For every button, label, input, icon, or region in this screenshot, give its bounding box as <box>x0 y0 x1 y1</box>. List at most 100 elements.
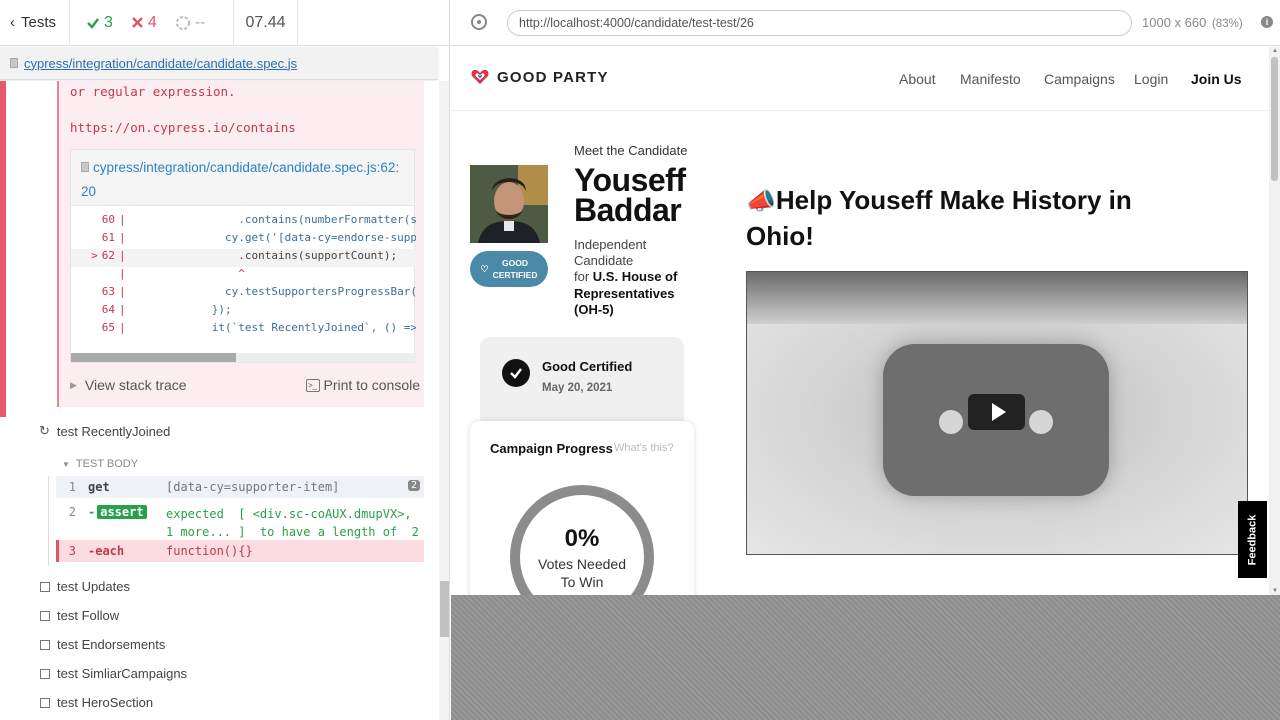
shield-heart-icon: ♡ <box>480 264 489 274</box>
command-message: function(){} <box>166 544 253 558</box>
brand-name[interactable]: GOOD PARTY <box>497 69 609 86</box>
code-frame-scrollbar[interactable] <box>71 353 416 362</box>
code-text: .contains(numberFormatter(s <box>132 213 416 226</box>
print-to-console-button[interactable]: >_ Print to console <box>305 377 420 393</box>
hero-headline: 📣Help Youseff Make History in Ohio! <box>746 185 1132 251</box>
pending-count[interactable]: -- <box>175 14 205 32</box>
error-footer: ▶ View stack trace >_ Print to console <box>70 377 420 393</box>
command-number: 2 <box>68 505 76 519</box>
scroll-up-icon[interactable]: ▲ <box>1272 48 1278 54</box>
nav-login[interactable]: Login <box>1134 71 1168 87</box>
caret-right-icon: ▶ <box>70 379 77 390</box>
aut-empty-area <box>451 595 1280 720</box>
pending-square-icon <box>40 581 50 592</box>
race-info: for U.S. House of Representatives (OH-5) <box>574 269 678 317</box>
pending-test[interactable]: test HeroSection <box>40 695 153 710</box>
line-number: 64 <box>101 303 115 316</box>
failed-count[interactable]: 4 <box>131 14 157 32</box>
campaign-video[interactable] <box>746 271 1248 555</box>
stats-group: 3 4 -- <box>70 0 234 46</box>
page-scrollbar[interactable]: ▲ ▼ <box>1269 47 1280 595</box>
error-message-text: or regular expression. <box>70 84 236 99</box>
test-title: test RecentlyJoined <box>56 423 171 439</box>
error-box: or regular expression. https://on.cypres… <box>57 81 424 407</box>
file-icon <box>10 58 18 68</box>
pending-test[interactable]: test Updates <box>40 579 130 594</box>
code-line-highlighted: >62 | .contains(supportCount); <box>71 249 416 267</box>
info-icon[interactable]: i <box>1261 16 1273 28</box>
pending-square-icon <box>40 668 50 679</box>
campaign-progress-card: Campaign Progress What's this? 0% Votes … <box>470 421 694 595</box>
command-number: 1 <box>68 480 76 494</box>
chevron-left-icon: ‹ <box>10 14 15 31</box>
command-row-failed[interactable]: 3 -each function(){} <box>56 540 424 562</box>
url-bar[interactable]: http://localhost:4000/candidate/test-tes… <box>507 10 1132 36</box>
spec-file-bar[interactable]: cypress/integration/candidate/candidate.… <box>0 47 438 80</box>
viewport-size[interactable]: 1000 x 660 (83%) <box>1142 15 1243 30</box>
test-body-toggle[interactable]: ▼ TEST BODY <box>62 458 138 470</box>
brand-heart-icon[interactable] <box>471 69 489 85</box>
docs-link[interactable]: https://on.cypress.io/contains <box>70 120 296 135</box>
candidate-avatar <box>470 165 548 243</box>
line-number: 61 <box>101 231 115 244</box>
nav-about[interactable]: About <box>899 71 936 87</box>
test-recently-joined[interactable]: ↻ test RecentlyJoined <box>39 423 170 439</box>
command-message: expected [ <div.sc-coAUX.dmupVX>, 1 more… <box>166 507 419 539</box>
play-button[interactable] <box>968 394 1025 430</box>
crosshair-dot-icon <box>477 20 481 24</box>
tests-button[interactable]: ‹ Tests <box>0 0 70 46</box>
certified-card: Good Certified May 20, 2021 <box>480 337 684 427</box>
pending-square-icon <box>40 610 50 621</box>
pending-square-icon <box>40 639 50 650</box>
file-icon <box>81 162 89 172</box>
test-title: test Endorsements <box>57 637 166 652</box>
pending-test[interactable]: test Follow <box>40 608 119 623</box>
command-row[interactable]: 1 get [data-cy=supporter-item] 2 <box>56 476 424 498</box>
progress-title: Campaign Progress <box>490 441 613 456</box>
view-stack-trace-label: View stack trace <box>84 377 187 393</box>
spec-path[interactable]: cypress/integration/candidate/candidate.… <box>24 56 297 71</box>
test-title: test SimliarCampaigns <box>57 666 188 681</box>
code-line: 61 | cy.get('[data-cy=endorse-supp <box>71 231 416 249</box>
feedback-tab[interactable]: Feedback <box>1238 501 1267 578</box>
progress-percent: 0% <box>564 525 600 552</box>
code-text: cy.get('[data-cy=endorse-supp <box>132 231 416 244</box>
code-line: 64 | }); <box>71 303 416 321</box>
aut-header: http://localhost:4000/candidate/test-tes… <box>451 0 1280 46</box>
nav-manifesto[interactable]: Manifesto <box>960 71 1021 87</box>
scrollbar-thumb[interactable] <box>71 353 236 362</box>
scroll-down-icon[interactable]: ▼ <box>1272 588 1278 594</box>
test-title: test Updates <box>57 579 130 594</box>
duration: 07.44 <box>234 0 298 46</box>
scrollbar-thumb[interactable] <box>1271 57 1278 181</box>
test-title: test HeroSection <box>57 695 154 710</box>
progress-help-link[interactable]: What's this? <box>614 442 674 454</box>
nav-campaigns[interactable]: Campaigns <box>1044 71 1115 87</box>
pending-circle-icon <box>175 15 190 30</box>
view-stack-trace-button[interactable]: ▶ View stack trace <box>70 377 187 393</box>
video-top-shade <box>747 272 1247 324</box>
nav-join-us[interactable]: Join Us <box>1191 71 1242 87</box>
passed-count[interactable]: 3 <box>86 14 113 32</box>
good-certified-badge[interactable]: ♡ GOOD CERTIFIED <box>470 251 548 287</box>
test-title: test Follow <box>57 608 120 623</box>
command-name: -each <box>88 544 125 558</box>
failed-test-indicator <box>0 81 6 417</box>
code-line: | ^ <box>119 267 245 280</box>
pending-test[interactable]: test SimliarCampaigns <box>40 666 187 681</box>
reporter-scrollbar[interactable] <box>439 81 449 720</box>
run-controls: ↕ <box>298 0 449 46</box>
pending-square-icon <box>40 697 50 708</box>
line-number: >62 <box>91 249 115 262</box>
check-circle-icon <box>502 359 530 387</box>
scrollbar-thumb[interactable] <box>440 581 449 637</box>
code-text: it(`test RecentlyJoined`, () => { <box>132 321 416 334</box>
code-text: cy.testSupportersProgressBar( <box>132 285 416 298</box>
passed-number: 3 <box>104 13 113 31</box>
command-row[interactable]: 2 - assert expected [ <div.sc-coAUX.dmupV… <box>56 502 424 542</box>
pending-test[interactable]: test Endorsements <box>40 637 165 652</box>
code-frame-file-link[interactable]: cypress/integration/candidate/candidate.… <box>71 150 414 206</box>
candidate-name: Youseff Baddar <box>574 162 686 228</box>
file-ref[interactable]: cypress/integration/candidate/candidate.… <box>81 160 399 199</box>
command-number: 3 <box>68 544 76 558</box>
